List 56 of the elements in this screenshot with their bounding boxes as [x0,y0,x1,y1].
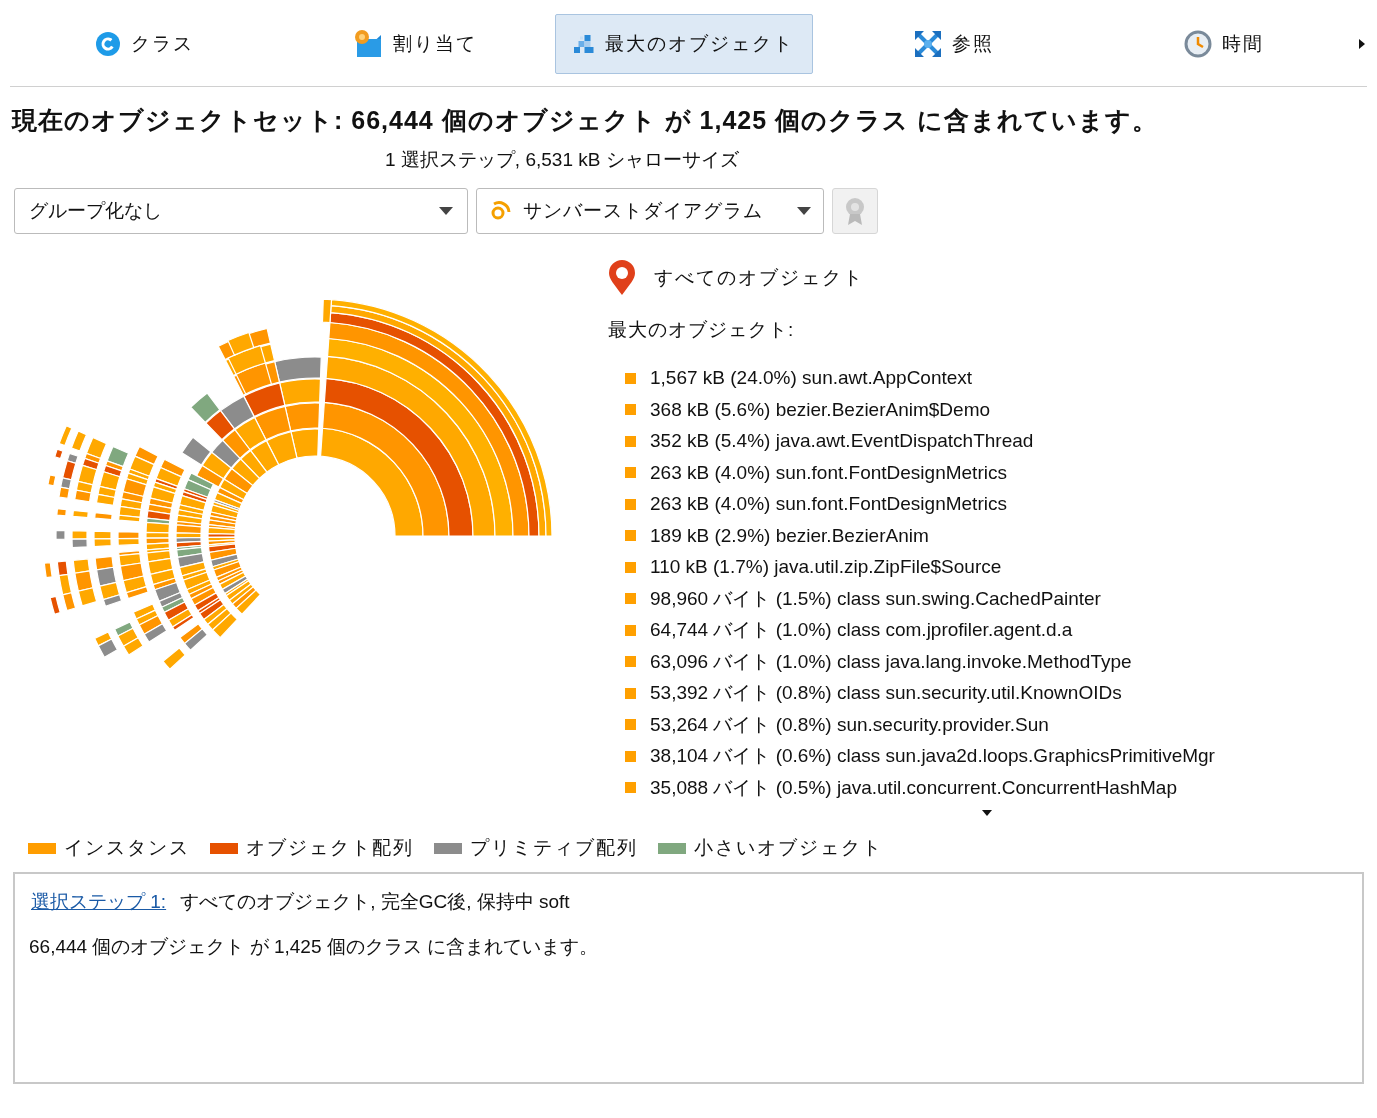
legend-label: インスタンス [64,835,190,860]
step-description: すべてのオブジェクト, 完全GC後, 保持中 soft [180,890,570,914]
bullet-icon [625,372,636,384]
breadcrumb[interactable]: すべてのオブジェクト [654,263,864,293]
caret-icon [439,207,453,215]
object-item[interactable]: 263 kB (4.0%) sun.font.FontDesignMetrics [650,458,1007,487]
bullet-icon [625,750,636,762]
bullet-icon [625,656,636,668]
class-icon [95,31,122,57]
summary-text: 66,444 個のオブジェクト が 1,425 個のクラス に含まれています。 [29,934,600,959]
location-pin-icon [608,260,636,296]
allocation-icon [352,29,383,59]
legend-label: 小さいオブジェクト [694,835,883,860]
bullet-icon [625,404,636,416]
bullet-icon [625,435,636,447]
grouping-dropdown[interactable]: グループ化なし [14,188,468,234]
view-tab[interactable]: 最大のオブジェクト [555,14,814,74]
subheading: 1 選択ステップ, 6,531 kB シャローサイズ [384,147,740,172]
bullet-icon [625,719,636,731]
list-title: 最大のオブジェクト: [608,318,796,342]
object-item[interactable]: 98,960 バイト (1.5%) class sun.swing.CachedPainter [650,584,1101,613]
heading: 現在のオブジェクトセット: 66,444 個のオブジェクト が 1,425 個のクラス に含まれています。 [10,105,1160,136]
crossed-arrows-icon [914,30,943,58]
object-item[interactable]: 189 kB (2.9%) bezier.BezierAnim [650,521,929,550]
object-item[interactable]: 35,088 バイト (0.5%) java.util.concurrent.ConcurrentHashMap [650,773,1177,802]
legend-label: オブジェクト配列 [246,835,414,860]
object-item[interactable]: 63,096 バイト (1.0%) class java.lang.invoke.MethodType [650,647,1132,676]
object-item[interactable]: 263 kB (4.0%) sun.font.FontDesignMetrics [650,490,1007,519]
object-item[interactable]: 53,392 バイト (0.8%) class sun.security.util.KnownOIDs [650,679,1122,708]
view-tab[interactable]: 参照 [895,14,1014,74]
object-item[interactable]: 64,744 バイト (1.0%) class com.jprofiler.agent.d.a [650,616,1073,645]
bullet-icon [625,498,636,510]
more-caret-icon[interactable] [982,809,992,816]
legend-label: プリミティブ配列 [470,835,638,860]
bullet-icon [625,687,636,699]
view-tab[interactable]: 割り当て [333,14,496,74]
view-dropdown[interactable]: サンバーストダイアグラム [476,188,824,234]
object-item[interactable]: 38,104 バイト (0.6%) class sun.java2d.loops.GraphicsPrimitiveMgr [650,742,1215,771]
object-item[interactable]: 1,567 kB (24.0%) sun.awt.AppContext [650,364,973,393]
caret-icon [797,207,811,215]
scroll-right-icon[interactable] [1359,39,1365,49]
clock-icon [1184,30,1213,58]
selection-step-link[interactable]: 選択ステップ 1: [31,888,167,917]
view-tab[interactable]: 時間 [1165,14,1284,74]
object-item[interactable]: 110 kB (1.7%) java.util.zip.ZipFile$Source [650,553,1002,582]
bullet-icon [625,593,636,605]
object-item[interactable]: 53,264 バイト (0.8%) sun.security.provider.Sun [650,710,1049,739]
object-item[interactable]: 368 kB (5.6%) bezier.BezierAnim$Demo [650,395,991,424]
view-tab[interactable]: クラス [76,14,214,74]
sunburst-icon [489,201,511,221]
bullet-icon [625,624,636,636]
bullet-icon [625,782,636,794]
object-item[interactable]: 352 kB (5.4%) java.awt.EventDispatchThread [650,427,1034,456]
bullet-icon [625,530,636,542]
bullet-icon [625,561,636,573]
bullet-icon [625,467,636,479]
